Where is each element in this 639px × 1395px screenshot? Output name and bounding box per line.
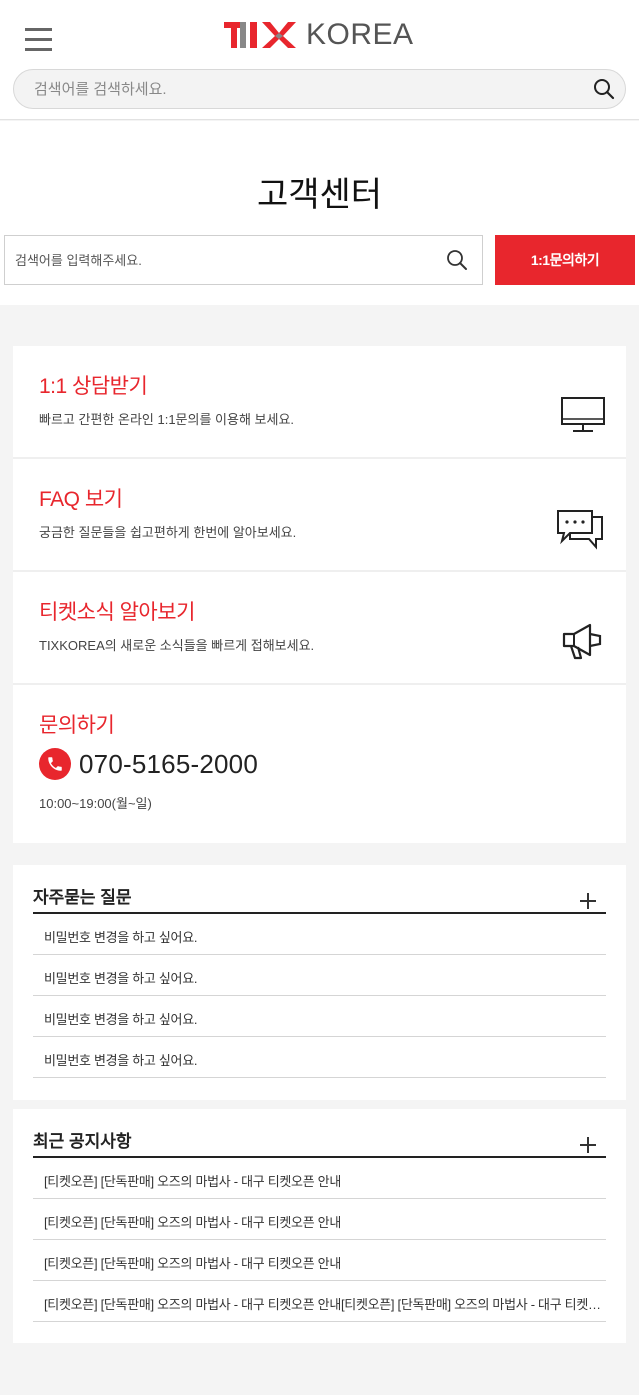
card-title: 1:1 상담받기 [39,375,148,398]
card-faq[interactable]: FAQ 보기 궁금한 질문들을 쉽고편하게 한번에 알아보세요. [13,459,626,572]
page-title: 고객센터 [256,176,383,214]
faq-more-plus-icon[interactable] [580,893,596,909]
top-search-bar [13,69,626,109]
faq-item[interactable]: 비밀번호 변경을 하고 싶어요. [33,996,606,1037]
card-title: FAQ 보기 [39,488,123,511]
chat-bubbles-icon [557,510,603,550]
card-contact: 문의하기 070-5165-2000 10:00~19:00(월~일) [13,685,626,843]
notice-item[interactable]: [티켓오픈] [단독판매] 오즈의 마법사 - 대구 티켓오픈 안내[티켓오픈]… [33,1281,606,1322]
one-to-one-inquiry-button[interactable]: 1:1문의하기 [495,235,635,285]
business-hours: 10:00~19:00(월~일) [39,796,152,811]
notice-item[interactable]: [티켓오픈] [단독판매] 오즈의 마법사 - 대구 티켓오픈 안내 [33,1158,606,1199]
logo-text: KOREA [306,18,414,51]
card-desc: TIXKOREA의 새로운 소식들을 빠르게 접해보세요. [39,638,315,653]
top-header: KOREA [0,0,639,120]
megaphone-icon [562,623,602,660]
notice-list: [티켓오픈] [단독판매] 오즈의 마법사 - 대구 티켓오픈 안내 [티켓오픈… [33,1158,606,1322]
card-one-to-one-consult[interactable]: 1:1 상담받기 빠르고 간편한 온라인 1:1문의를 이용해 보세요. [13,346,626,459]
contact-phone[interactable]: 070-5165-2000 [39,748,258,780]
contact-title: 문의하기 [39,714,115,737]
phone-icon [39,748,71,780]
search-icon[interactable] [593,78,615,100]
notice-panel: 최근 공지사항 [티켓오픈] [단독판매] 오즈의 마법사 - 대구 티켓오픈 … [13,1109,626,1343]
cs-search-input[interactable] [15,236,435,284]
notice-item[interactable]: [티켓오픈] [단독판매] 오즈의 마법사 - 대구 티켓오픈 안내 [33,1199,606,1240]
search-icon[interactable] [446,249,468,271]
notice-panel-header: 최근 공지사항 [33,1109,606,1158]
cs-search-box [4,235,483,285]
card-desc: 궁금한 질문들을 쉽고편하게 한번에 알아보세요. [39,525,297,540]
faq-list: 비밀번호 변경을 하고 싶어요. 비밀번호 변경을 하고 싶어요. 비밀번호 변… [33,914,606,1078]
card-ticket-news[interactable]: 티켓소식 알아보기 TIXKOREA의 새로운 소식들을 빠르게 접해보세요. [13,572,626,685]
faq-item[interactable]: 비밀번호 변경을 하고 싶어요. [33,955,606,996]
top-search-input[interactable] [34,70,574,108]
faq-item[interactable]: 비밀번호 변경을 하고 싶어요. [33,914,606,955]
notice-more-plus-icon[interactable] [580,1137,596,1153]
faq-item[interactable]: 비밀번호 변경을 하고 싶어요. [33,1037,606,1078]
card-desc: 빠르고 간편한 온라인 1:1문의를 이용해 보세요. [39,412,295,427]
tix-logo-mark-icon [224,22,296,48]
phone-number: 070-5165-2000 [79,748,258,779]
service-cards: 1:1 상담받기 빠르고 간편한 온라인 1:1문의를 이용해 보세요. FAQ… [13,346,626,843]
tixkorea-logo[interactable]: KOREA [224,18,414,52]
hamburger-menu-icon[interactable] [25,28,53,52]
faq-panel: 자주묻는 질문 비밀번호 변경을 하고 싶어요. 비밀번호 변경을 하고 싶어요… [13,865,626,1100]
card-title: 티켓소식 알아보기 [39,601,195,624]
notice-panel-title: 최근 공지사항 [33,1132,132,1151]
customer-center-header: 고객센터 1:1문의하기 [0,121,639,305]
faq-panel-title: 자주묻는 질문 [33,888,132,907]
monitor-icon [561,397,605,432]
notice-item[interactable]: [티켓오픈] [단독판매] 오즈의 마법사 - 대구 티켓오픈 안내 [33,1240,606,1281]
faq-panel-header: 자주묻는 질문 [33,865,606,914]
